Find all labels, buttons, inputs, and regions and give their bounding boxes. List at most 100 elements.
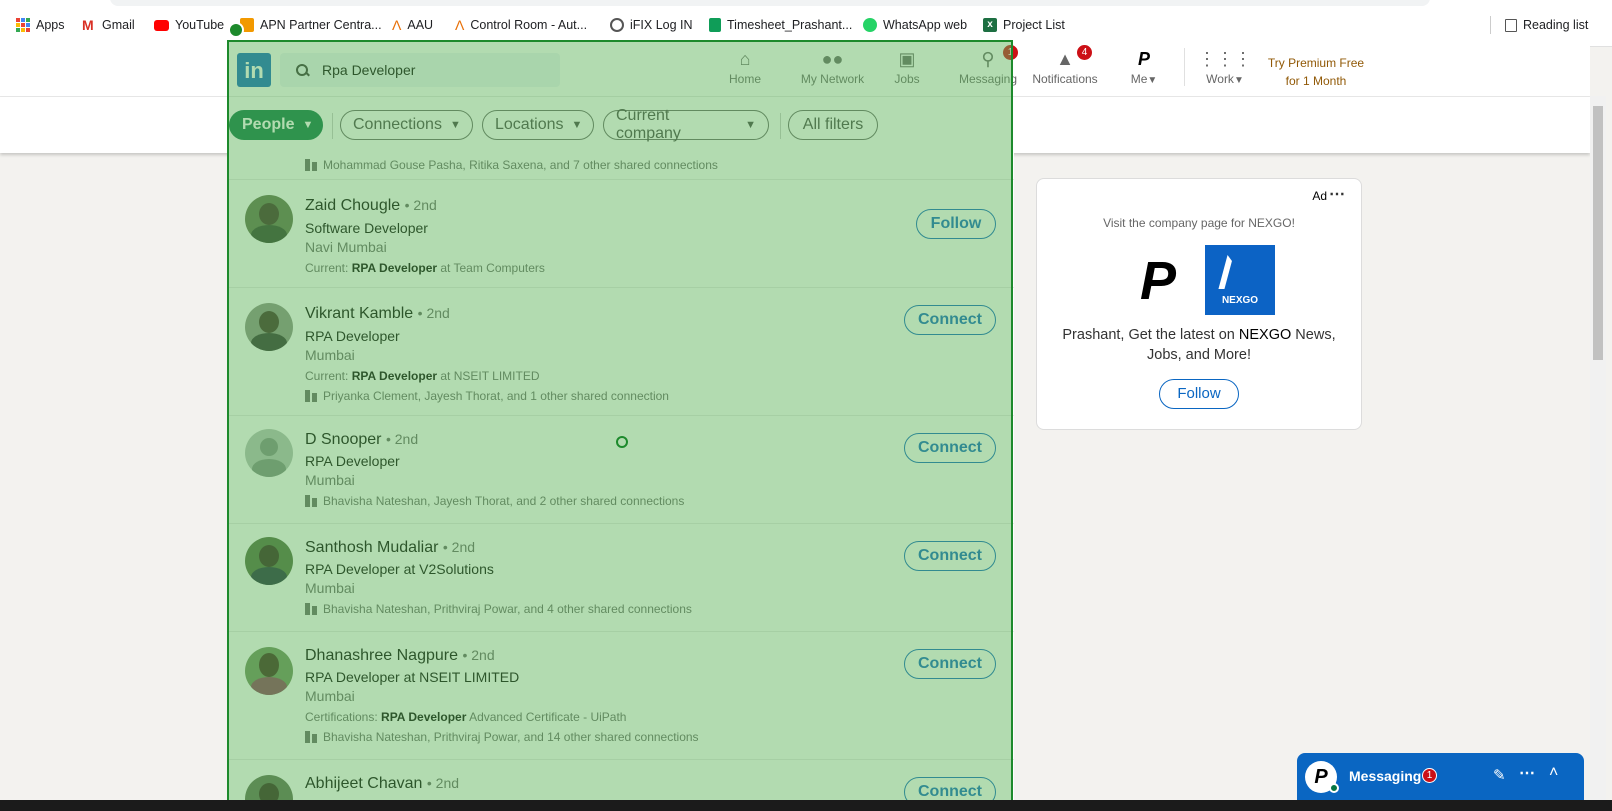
connections-filter-button[interactable]: Connections ▼ (340, 110, 473, 140)
profile-avatar-icon: P (1137, 49, 1150, 69)
avatar[interactable] (245, 429, 293, 477)
shared-connections: Mohammad Gouse Pasha, Ritika Saxena, and… (305, 158, 718, 172)
messaging-badge: 1 (1003, 45, 1018, 60)
list-item[interactable]: Vikrant Kamble • 2nd RPA Developer Mumba… (228, 287, 1014, 416)
shared-connections[interactable]: Bhavisha Nateshan, Prithviraj Powar, and… (305, 730, 699, 744)
person-name-link[interactable]: Zaid Chougle (305, 197, 400, 214)
degree-badge: • 2nd (385, 431, 419, 447)
premium-link[interactable]: Try Premium Free for 1 Month (1262, 54, 1370, 90)
bookmark-timesheet[interactable]: Timesheet_Prashant... (709, 16, 852, 34)
bookmark-aau[interactable]: Λ AAU (392, 16, 433, 34)
person-name[interactable]: Zaid Chougle • 2nd (305, 197, 437, 215)
bookmark-project-list[interactable]: x Project List (983, 16, 1065, 34)
connect-button[interactable]: Connect (904, 541, 996, 571)
follow-button[interactable]: Follow (916, 209, 996, 239)
avatar[interactable] (245, 303, 293, 351)
caret-down-icon: ▼ (571, 119, 583, 131)
notifications-badge: 4 (1077, 45, 1092, 60)
bookmark-youtube[interactable]: YouTube (154, 16, 224, 34)
person-name[interactable]: Dhanashree Nagpure • 2nd (305, 647, 495, 665)
globe-icon (610, 18, 624, 32)
shared-connections[interactable]: Priyanka Clement, Jayesh Thorat, and 1 o… (305, 389, 669, 403)
shared-connections-text: Mohammad Gouse Pasha, Ritika Saxena, and… (323, 158, 718, 172)
connect-button[interactable]: Connect (904, 433, 996, 463)
nav-me[interactable]: P Me▼ (1104, 48, 1184, 86)
bookmark-apn[interactable]: APN Partner Centra... (240, 16, 382, 34)
person-headline: RPA Developer at V2Solutions (305, 561, 494, 577)
list-item[interactable]: D Snooper • 2nd RPA Developer Mumbai Bha… (228, 415, 1014, 524)
compose-icon[interactable]: ✎ (1493, 766, 1506, 784)
locations-filter-button[interactable]: Locations ▼ (482, 110, 594, 140)
connect-button[interactable]: Connect (904, 649, 996, 679)
list-item[interactable]: Santhosh Mudaliar • 2nd RPA Developer at… (228, 523, 1014, 632)
person-headline: Software Developer (305, 220, 428, 236)
nav-me-label: Me (1130, 72, 1148, 86)
shared-connections[interactable]: Bhavisha Nateshan, Prithviraj Powar, and… (305, 602, 692, 616)
bookmark-ifix[interactable]: iFIX Log IN (610, 16, 693, 34)
bookmark-label: AAU (407, 18, 434, 32)
list-item[interactable]: Dhanashree Nagpure • 2nd RPA Developer a… (228, 631, 1014, 760)
list-item: Mohammad Gouse Pasha, Ritika Saxena, and… (228, 153, 1014, 180)
bookmark-gmail[interactable]: M Gmail (82, 16, 135, 34)
messaging-title: Messaging (1349, 768, 1422, 784)
avatar[interactable] (245, 195, 293, 243)
person-name[interactable]: Abhijeet Chavan • 2nd (305, 775, 459, 793)
scrollbar-thumb[interactable] (1593, 106, 1603, 360)
nav-work-label: Work (1206, 72, 1234, 86)
more-options-icon[interactable]: ⋯ (1329, 184, 1345, 204)
person-name[interactable]: D Snooper • 2nd (305, 431, 418, 449)
address-bar-edge[interactable] (110, 0, 1430, 6)
ad-card: Ad ⋯ Visit the company page for NEXGO! P… (1036, 178, 1362, 430)
messaging-widget[interactable]: P Messaging 1 ✎ ⋯ ˄ (1297, 753, 1584, 801)
person-name-link[interactable]: D Snooper (305, 431, 382, 448)
person-current-role: Current: RPA Developer at Team Computers (305, 261, 545, 275)
nav-jobs[interactable]: ▣ Jobs (867, 48, 947, 86)
linkedin-logo-icon[interactable]: in (237, 53, 271, 87)
nexgo-logo-text: NEXGO (1221, 295, 1259, 306)
nexgo-logo[interactable]: NEXGO (1205, 245, 1275, 315)
chevron-up-icon[interactable]: ˄ (1549, 764, 1558, 782)
degree-badge: • 2nd (426, 775, 460, 791)
person-name[interactable]: Vikrant Kamble • 2nd (305, 305, 450, 323)
all-filters-button[interactable]: All filters (788, 110, 878, 140)
bookmark-label: Gmail (102, 18, 135, 32)
person-location: Mumbai (305, 472, 355, 488)
people-filter-button[interactable]: People ▼ (229, 110, 323, 140)
person-headline: RPA Developer (305, 453, 400, 469)
reading-list-button[interactable]: Reading list (1505, 16, 1588, 34)
search-input[interactable]: Rpa Developer (322, 62, 415, 78)
people-filter-label: People (242, 116, 295, 133)
caret-down-icon: ▼ (1147, 75, 1158, 86)
person-name[interactable]: Santhosh Mudaliar • 2nd (305, 539, 475, 557)
bookmark-control-room[interactable]: Λ Control Room - Aut... (455, 16, 587, 34)
list-item[interactable]: Zaid Chougle • 2nd Software Developer Na… (228, 179, 1014, 288)
control-room-icon: Λ (455, 17, 465, 33)
aau-icon: Λ (392, 17, 402, 33)
current-company-filter-button[interactable]: Current company ▼ (603, 107, 769, 142)
nav-home[interactable]: ⌂ Home (705, 48, 785, 86)
ad-visit-text: Visit the company page for NEXGO! (1103, 216, 1295, 230)
bookmark-label: YouTube (175, 18, 225, 32)
avatar[interactable] (245, 647, 293, 695)
person-name-link[interactable]: Abhijeet Chavan (305, 775, 422, 792)
bookmark-whatsapp[interactable]: WhatsApp web (863, 16, 967, 34)
search-box[interactable]: Rpa Developer (280, 53, 560, 87)
shared-connections[interactable]: Bhavisha Nateshan, Jayesh Thorat, and 2 … (305, 494, 684, 508)
shared-connections-text: Bhavisha Nateshan, Prithviraj Powar, and… (323, 602, 692, 616)
nav-messaging[interactable]: ⚲ 1 Messaging (944, 45, 1032, 86)
bookmark-label: Control Room - Aut... (470, 18, 588, 32)
avatar[interactable] (245, 537, 293, 585)
shared-connections-icon (305, 495, 317, 507)
nav-notifications[interactable]: ▲ 4 Notifications (1024, 45, 1106, 86)
person-name-link[interactable]: Vikrant Kamble (305, 305, 413, 322)
person-certification: Certifications: RPA Developer Advanced C… (305, 710, 626, 724)
connect-button[interactable]: Connect (904, 305, 996, 335)
person-name-link[interactable]: Santhosh Mudaliar (305, 539, 438, 556)
nav-my-network[interactable]: ●● My Network (785, 48, 880, 86)
ad-follow-button[interactable]: Follow (1159, 379, 1239, 409)
nav-work[interactable]: ⋮⋮⋮ Work▼ (1184, 48, 1265, 86)
more-options-icon[interactable]: ⋯ (1519, 763, 1535, 783)
person-name-link[interactable]: Dhanashree Nagpure (305, 647, 458, 664)
bookmark-apps[interactable]: Apps (16, 16, 65, 34)
extra-suffix: Advanced Certificate - UiPath (466, 710, 627, 724)
